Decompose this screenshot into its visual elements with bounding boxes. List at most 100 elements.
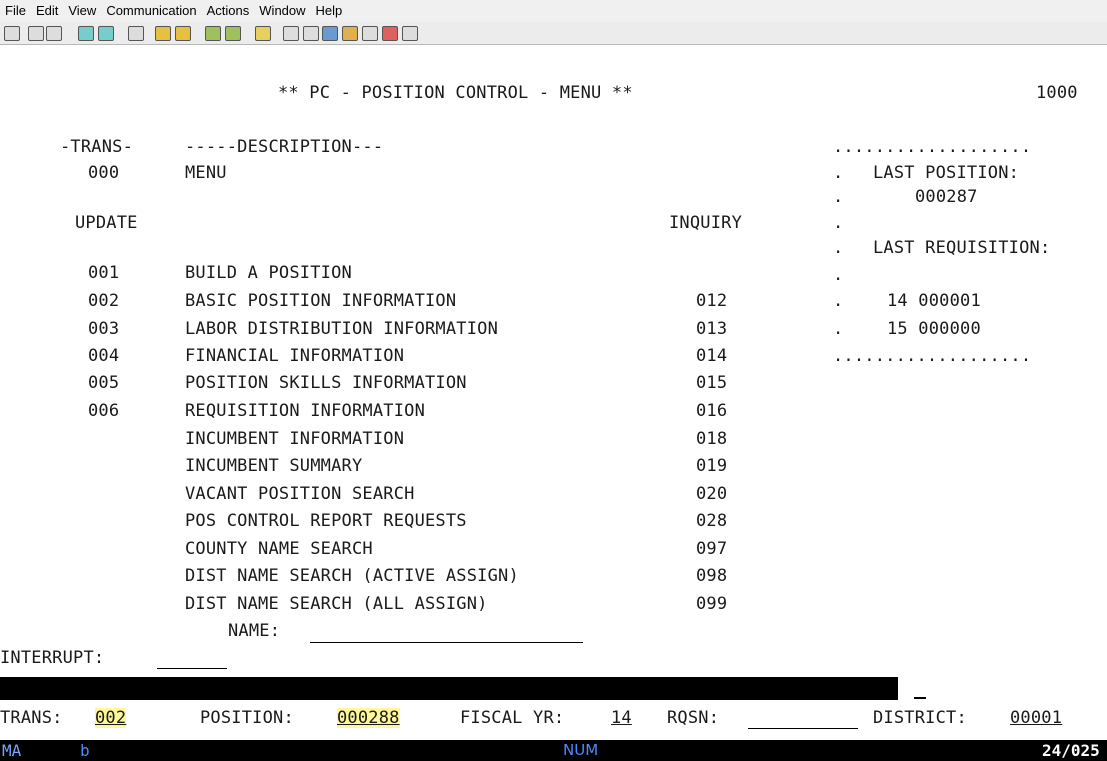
cursor-indicator (914, 697, 926, 699)
row-description: DIST NAME SEARCH (ALL ASSIGN) (185, 594, 488, 614)
row-description: BUILD A POSITION (185, 263, 352, 283)
row-description: POSITION SKILLS INFORMATION (185, 373, 467, 393)
inquiry-code: 015 (696, 373, 728, 393)
map-icon[interactable] (205, 26, 221, 41)
screen-title: ** PC - POSITION CONTROL - MENU ** (278, 83, 633, 103)
district-label: DISTRICT: (873, 708, 967, 728)
macro-icon[interactable] (128, 26, 144, 41)
copy-icon[interactable] (28, 26, 44, 41)
paste-icon[interactable] (46, 26, 62, 41)
row-description: INCUMBENT SUMMARY (185, 456, 363, 476)
dotted-border: . (833, 319, 844, 339)
position-label: POSITION: (200, 708, 294, 728)
district-field[interactable]: 00001 (1010, 708, 1062, 728)
last-position-label: LAST POSITION: (873, 163, 1020, 183)
inquiry-code: 014 (696, 346, 728, 366)
config-icon[interactable] (402, 26, 418, 41)
inquiry-code: 097 (696, 539, 728, 559)
fiscal-year-label: FISCAL YR: (460, 708, 565, 728)
popup-icon[interactable] (225, 26, 241, 41)
dotted-border: . (833, 238, 844, 258)
inquiry-code: 018 (696, 429, 728, 449)
menu-edit[interactable]: Edit (31, 0, 63, 18)
dotted-border: . (833, 265, 844, 285)
row-description: DIST NAME SEARCH (ACTIVE ASSIGN) (185, 566, 519, 586)
inquiry-header: INQUIRY (669, 213, 743, 233)
keyboard-icon[interactable] (175, 26, 191, 41)
requisition-line-1: 14 000001 (887, 291, 981, 311)
color-icon[interactable] (155, 26, 171, 41)
menu-actions[interactable]: Actions (202, 0, 255, 18)
globe-icon[interactable] (322, 26, 338, 41)
update-code: 005 (88, 373, 120, 393)
transfer-icon[interactable] (303, 26, 319, 41)
dotted-border-top: ................... (833, 137, 1032, 157)
menu-label: MENU (185, 163, 227, 183)
inquiry-code: 012 (696, 291, 728, 311)
receive-icon[interactable] (98, 26, 114, 41)
toolbar (0, 22, 1107, 45)
trans-header: -TRANS- (60, 137, 134, 157)
row-description: BASIC POSITION INFORMATION (185, 291, 457, 311)
fiscal-year-field[interactable]: 14 (611, 708, 632, 728)
dotted-border: . (833, 163, 844, 183)
last-requisition-label: LAST REQUISITION: (873, 238, 1051, 258)
row-description: REQUISITION INFORMATION (185, 401, 426, 421)
row-description: POS CONTROL REPORT REQUESTS (185, 511, 467, 531)
rqsn-field[interactable] (748, 708, 858, 728)
interrupt-label: INTERRUPT: (0, 648, 105, 668)
screen-id: 1000 (1036, 83, 1078, 103)
menu-help[interactable]: Help (311, 0, 348, 18)
update-code: 003 (88, 319, 120, 339)
description-header: -----DESCRIPTION--- (185, 137, 384, 157)
hotspot-icon[interactable] (362, 26, 378, 41)
menu-communication[interactable]: Communication (101, 0, 201, 18)
rqsn-field-underline (748, 728, 858, 729)
interrupt-input[interactable] (157, 648, 227, 668)
status-bar: MA b NUM 24/025 (0, 740, 1107, 761)
name-label: NAME: (228, 621, 281, 641)
menu-window[interactable]: Window (254, 0, 310, 18)
menu-file[interactable]: File (0, 0, 31, 18)
update-code: 006 (88, 401, 120, 421)
update-code: 002 (88, 291, 120, 311)
last-position-value: 000287 (915, 187, 978, 207)
status-mode: MA (2, 741, 22, 760)
position-field[interactable]: 000288 (337, 708, 400, 728)
menu-view[interactable]: View (63, 0, 101, 18)
name-input[interactable] (310, 621, 583, 641)
menu-code: 000 (88, 163, 120, 183)
update-code: 001 (88, 263, 120, 283)
inquiry-code: 019 (696, 456, 728, 476)
status-indicator: b (80, 741, 90, 760)
row-description: INCUMBENT INFORMATION (185, 429, 405, 449)
message-line (0, 677, 898, 700)
dotted-border: . (833, 291, 844, 311)
row-description: LABOR DISTRIBUTION INFORMATION (185, 319, 499, 339)
print-screen-icon[interactable] (4, 26, 20, 41)
send-icon[interactable] (78, 26, 94, 41)
edit-icon[interactable] (342, 26, 358, 41)
trans-field[interactable]: 002 (95, 708, 127, 728)
row-description: FINANCIAL INFORMATION (185, 346, 405, 366)
inquiry-code: 016 (696, 401, 728, 421)
inquiry-code: 099 (696, 594, 728, 614)
dotted-border: . (833, 213, 844, 233)
network-icon[interactable] (283, 26, 299, 41)
inquiry-code: 098 (696, 566, 728, 586)
row-description: COUNTY NAME SEARCH (185, 539, 373, 559)
inquiry-code: 013 (696, 319, 728, 339)
dotted-border: . (833, 187, 844, 207)
requisition-line-2: 15 000000 (887, 319, 981, 339)
update-code: 004 (88, 346, 120, 366)
status-cursor-position: 24/025 (1042, 741, 1100, 760)
inquiry-code: 028 (696, 511, 728, 531)
inquiry-code: 020 (696, 484, 728, 504)
interrupt-input-underline (157, 668, 227, 669)
tag-icon[interactable] (382, 26, 398, 41)
menu-bar: File Edit View Communication Actions Window He… (0, 0, 1107, 23)
clipboard-icon[interactable] (255, 26, 271, 41)
row-description: VACANT POSITION SEARCH (185, 484, 415, 504)
update-header: UPDATE (75, 213, 138, 233)
status-num-lock: NUM (563, 741, 599, 759)
